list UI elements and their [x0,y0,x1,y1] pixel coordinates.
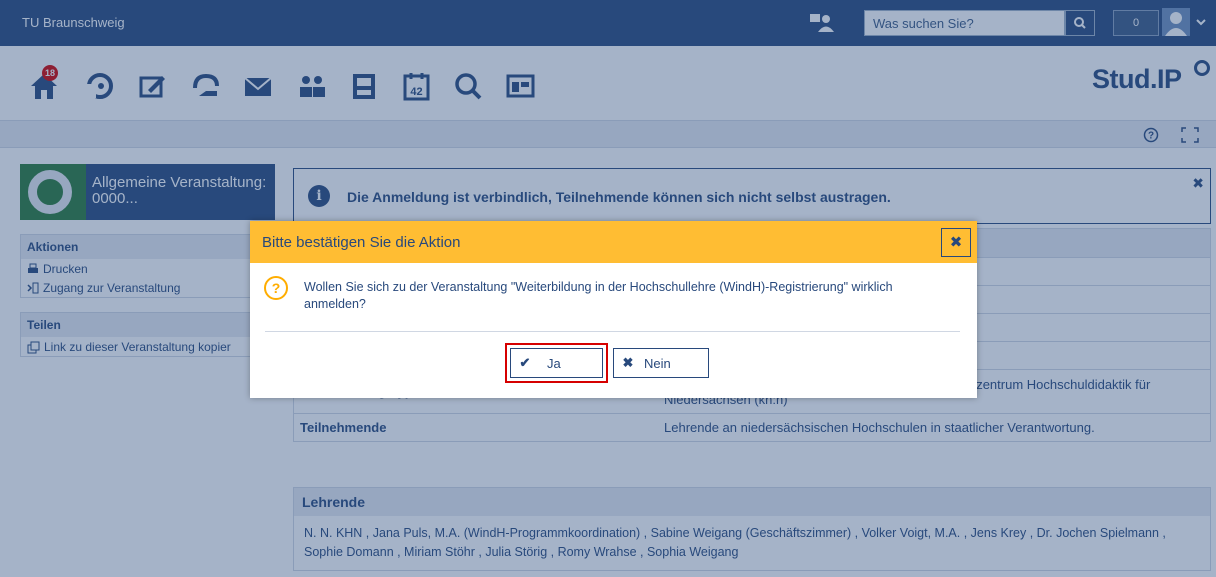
dialog-title: Bitte bestätigen Sie die Aktion [262,234,461,251]
cross-icon: ✖ [622,355,634,370]
dialog-header: Bitte bestätigen Sie die Aktion ✖ [250,221,977,263]
question-icon: ? [264,276,288,300]
dialog-separator [265,331,960,332]
no-button[interactable]: ✖ Nein [613,348,709,378]
dialog-close-button[interactable]: ✖ [941,228,971,257]
confirm-dialog: Bitte bestätigen Sie die Aktion ✖ ? Woll… [250,221,977,398]
dialog-question: Wollen Sie sich zu der Veranstaltung "We… [304,280,893,311]
highlight-box [505,343,608,383]
no-label: Nein [644,355,671,371]
